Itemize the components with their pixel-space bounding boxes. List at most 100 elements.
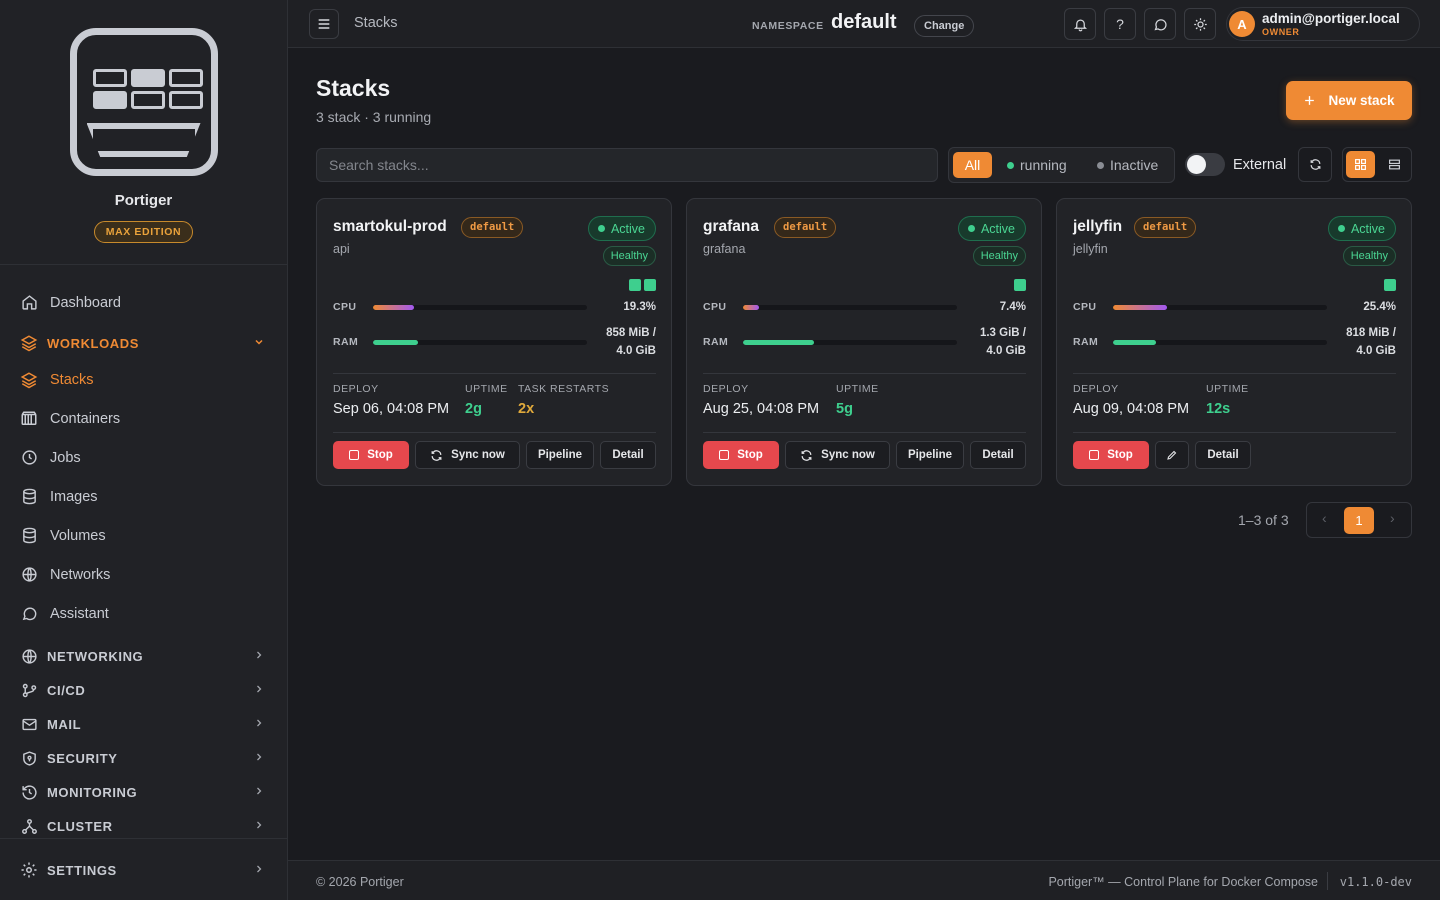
refresh-button[interactable] bbox=[1298, 147, 1332, 182]
ram-value: 1.3 GiB / 4.0 GiB bbox=[980, 324, 1026, 360]
sidebar-group-mail[interactable]: MAIL bbox=[0, 707, 287, 741]
globe-icon bbox=[20, 647, 38, 665]
sidebar-item-images[interactable]: Images bbox=[0, 477, 287, 516]
health-badge: Healthy bbox=[972, 246, 1026, 266]
uptime-label: UPTIME bbox=[836, 383, 879, 395]
health-badge: Healthy bbox=[602, 246, 656, 266]
cpu-bar-fill bbox=[373, 305, 415, 310]
status-label: Active bbox=[980, 221, 1015, 236]
user-menu[interactable]: A admin@portiger.local OWNER bbox=[1226, 7, 1420, 41]
sidebar-item-label: Networks bbox=[50, 566, 111, 583]
git-icon bbox=[20, 681, 38, 699]
stop-button[interactable]: Stop bbox=[1073, 441, 1149, 469]
sidebar-item-label: Images bbox=[50, 488, 98, 505]
help-button[interactable]: ? bbox=[1104, 8, 1136, 40]
stack-name: smartokul-prod bbox=[333, 218, 447, 235]
theme-toggle-button[interactable] bbox=[1184, 8, 1216, 40]
sync-now-button[interactable]: Sync now bbox=[415, 441, 520, 469]
mail-icon bbox=[20, 715, 38, 733]
stop-label: Stop bbox=[367, 449, 393, 461]
copyright: © 2026 Portiger bbox=[316, 875, 404, 889]
sidebar-item-stacks[interactable]: Stacks bbox=[0, 360, 287, 399]
sidebar-nav: Dashboard WORKLOADS Stacks Containers Jo… bbox=[0, 265, 287, 843]
chevron-right-icon bbox=[253, 863, 265, 875]
status-dot bbox=[597, 225, 605, 232]
detail-button[interactable]: Detail bbox=[970, 441, 1026, 469]
gear-icon bbox=[20, 861, 38, 879]
chat-button[interactable] bbox=[1144, 8, 1176, 40]
cpu-bar bbox=[373, 305, 587, 310]
stack-card[interactable]: jellyfin default jellyfin Active Healthy… bbox=[1056, 198, 1412, 486]
version: v1.1.0-dev bbox=[1339, 875, 1412, 889]
chevron-down-icon bbox=[253, 336, 265, 348]
sidebar-group-workloads[interactable]: WORKLOADS bbox=[0, 326, 287, 360]
deploy-label: DEPLOY bbox=[333, 383, 379, 395]
grid-view-button[interactable] bbox=[1346, 151, 1375, 178]
cpu-bar bbox=[743, 305, 957, 310]
sidebar-item-assistant[interactable]: Assistant bbox=[0, 594, 287, 633]
sync-now-button[interactable]: Sync now bbox=[785, 441, 890, 469]
stack-card[interactable]: grafana default grafana Active Healthy C… bbox=[686, 198, 1042, 486]
ram-bar-fill bbox=[743, 340, 814, 345]
deploy-value: Aug 09, 04:08 PM bbox=[1073, 401, 1190, 417]
ram-bar-fill bbox=[1113, 340, 1156, 345]
page-1-button[interactable]: 1 bbox=[1344, 507, 1374, 534]
next-page-button[interactable]: › bbox=[1390, 510, 1395, 526]
prev-page-button[interactable]: ‹ bbox=[1322, 510, 1327, 526]
ram-bar-fill bbox=[373, 340, 418, 345]
sidebar-group-label: NETWORKING bbox=[47, 648, 144, 664]
stop-icon bbox=[1089, 450, 1100, 460]
external-toggle[interactable] bbox=[1185, 153, 1225, 176]
stop-button[interactable]: Stop bbox=[333, 441, 409, 469]
search-input[interactable] bbox=[316, 148, 938, 182]
task-square bbox=[629, 279, 641, 291]
list-view-button[interactable] bbox=[1380, 151, 1409, 178]
status-badge: Active bbox=[1327, 216, 1396, 241]
filter-running[interactable]: running bbox=[1007, 152, 1067, 178]
container-icon bbox=[20, 410, 38, 428]
restarts-label: TASK RESTARTS bbox=[518, 383, 610, 395]
pipeline-button[interactable]: Pipeline bbox=[896, 441, 964, 469]
status-label: Active bbox=[610, 221, 645, 236]
status-dot bbox=[1097, 161, 1104, 169]
detail-button[interactable]: Detail bbox=[1195, 441, 1251, 469]
sidebar-group-monitoring[interactable]: MONITORING bbox=[0, 775, 287, 809]
edit-button[interactable] bbox=[1155, 441, 1189, 469]
ram-total: 4.0 GiB bbox=[1356, 345, 1396, 357]
stop-button[interactable]: Stop bbox=[703, 441, 779, 469]
sidebar-group-settings[interactable]: SETTINGS bbox=[0, 839, 287, 900]
sidebar-settings: SETTINGS bbox=[0, 838, 287, 900]
filter-inactive[interactable]: Inactive bbox=[1097, 152, 1158, 178]
sidebar-item-networks[interactable]: Networks bbox=[0, 555, 287, 594]
chevron-right-icon bbox=[253, 785, 265, 797]
stack-card[interactable]: smartokul-prod default api Active Health… bbox=[316, 198, 672, 486]
sidebar-item-volumes[interactable]: Volumes bbox=[0, 516, 287, 555]
cpu-bar-fill bbox=[1113, 305, 1168, 310]
page-title: Stacks bbox=[316, 75, 391, 101]
notifications-button[interactable] bbox=[1064, 8, 1096, 40]
new-stack-button[interactable]: New stack bbox=[1286, 81, 1412, 120]
sidebar-group-security[interactable]: SECURITY bbox=[0, 741, 287, 775]
sidebar-group-networking[interactable]: NETWORKING bbox=[0, 639, 287, 673]
ram-total: 4.0 GiB bbox=[986, 345, 1026, 357]
status-badge: Active bbox=[587, 216, 656, 241]
detail-button[interactable]: Detail bbox=[600, 441, 656, 469]
breadcrumb: Stacks bbox=[354, 15, 398, 31]
edition-badge: MAX EDITION bbox=[93, 221, 194, 243]
pagination: ‹ 1 › bbox=[1306, 502, 1412, 538]
pipeline-button[interactable]: Pipeline bbox=[526, 441, 594, 469]
stop-icon bbox=[349, 450, 360, 460]
sidebar-group-cicd[interactable]: CI/CD bbox=[0, 673, 287, 707]
sidebar-item-containers[interactable]: Containers bbox=[0, 399, 287, 438]
status-label: Active bbox=[1350, 221, 1385, 236]
question-icon: ? bbox=[1116, 16, 1124, 32]
sidebar-item-jobs[interactable]: Jobs bbox=[0, 438, 287, 477]
sidebar-item-dashboard[interactable]: Dashboard bbox=[0, 283, 287, 322]
ram-label: RAM bbox=[703, 336, 729, 348]
uptime-value: 12s bbox=[1206, 401, 1231, 417]
filter-all[interactable]: All bbox=[953, 152, 992, 178]
uptime-value: 5g bbox=[836, 401, 853, 417]
menu-toggle-button[interactable] bbox=[309, 9, 339, 39]
stack-service: grafana bbox=[703, 242, 746, 256]
namespace-change-button[interactable]: Change bbox=[914, 15, 975, 37]
